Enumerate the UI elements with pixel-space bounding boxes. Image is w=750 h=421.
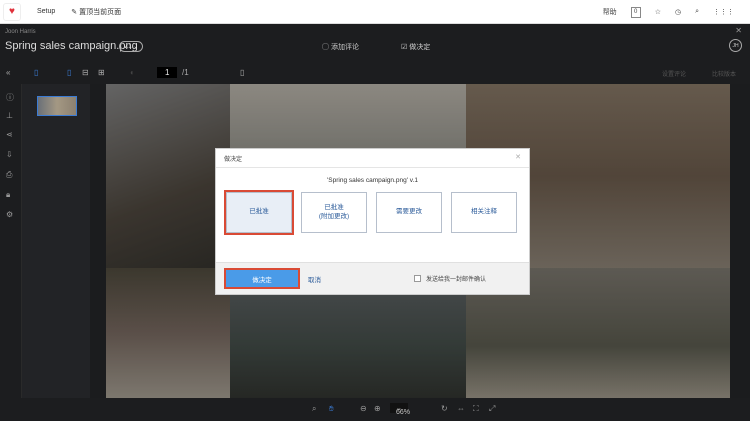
dialog-close-icon[interactable]: ✕	[515, 153, 521, 161]
confirm-decision-button[interactable]: 做决定	[224, 268, 300, 289]
page-thumbnail[interactable]	[37, 96, 77, 116]
print-icon[interactable]: ⎙	[6, 170, 12, 180]
comment-icon: ◯	[322, 44, 329, 51]
zoom-out-icon[interactable]: ⊖	[360, 404, 367, 413]
email-confirmation-label: 发送给我一封邮件确认	[426, 277, 487, 283]
dialog-header: 做决定 ✕	[216, 149, 529, 168]
make-decision-button[interactable]: ☑ 做决定	[401, 42, 430, 52]
option-approved[interactable]: 已批准	[224, 190, 294, 235]
pin-page-button[interactable]: ✎ 置顶当前页面	[71, 7, 121, 17]
collapse-icon[interactable]: «	[6, 68, 10, 77]
option-approved-with-changes[interactable]: 已批准 (附加更改)	[301, 192, 367, 233]
file-title: Spring sales campaign.png	[5, 40, 138, 52]
settings-comments-button[interactable]: 设置评论	[662, 69, 686, 78]
pan-hand-icon[interactable]: ✋︎	[329, 404, 334, 414]
panel-toggle-icon[interactable]: ▯	[34, 68, 38, 77]
cancel-button[interactable]: 取消	[308, 274, 321, 284]
lock-icon[interactable]: 🔒︎	[6, 190, 10, 200]
compare-versions-button[interactable]: 比较版本	[712, 69, 736, 78]
history-icon[interactable]: ◷	[675, 8, 681, 16]
fit-page-icon[interactable]: ⛶	[473, 404, 479, 414]
checkbox[interactable]	[414, 275, 421, 282]
app-logo[interactable]: ♥	[3, 2, 21, 21]
device-icon[interactable]: ▯	[240, 68, 244, 77]
split-view-icon[interactable]: ⊟	[82, 68, 89, 77]
left-rail: ⓘ ⊥ ⋖ ⇩ ⎙ 🔒︎ ⚙	[0, 84, 22, 398]
thumbnail-panel	[22, 84, 90, 398]
zoom-in-icon[interactable]: ⊕	[374, 404, 381, 413]
dialog-title: 做决定	[224, 157, 243, 163]
zoom-select[interactable]: 66% ⌄	[390, 403, 410, 416]
bottom-toolbar: ⌕ ✋︎ ⊖ ⊕ 66% ⌄ ↻ ⇔ ⛶ ⤢	[0, 398, 750, 421]
owner-name: Joon Harris	[5, 29, 36, 35]
page-input[interactable]: 1	[157, 67, 178, 78]
prev-page-icon[interactable]: ◐	[130, 68, 135, 77]
decision-options: 已批准 已批准 (附加更改) 需要更改 相关注释	[224, 190, 517, 235]
hierarchy-icon[interactable]: ⊥	[6, 111, 13, 120]
share-icon[interactable]: ⋖	[6, 130, 13, 139]
dialog-footer: 做决定 取消 发送给我一封邮件确认	[216, 262, 529, 294]
option-related-notes[interactable]: 相关注释	[451, 192, 517, 233]
fit-width-icon[interactable]: ⇔	[457, 404, 465, 413]
setup-link[interactable]: Setup	[37, 8, 55, 15]
email-confirmation-checkbox[interactable]: 发送给我一封邮件确认	[414, 274, 486, 283]
notification-badge[interactable]: 0	[630, 6, 641, 18]
decision-dialog: 做决定 ✕ 'Spring sales campaign.png' v.1 已批…	[215, 148, 530, 295]
compare-view-icon[interactable]: ⊞	[98, 68, 105, 77]
add-comment-button[interactable]: ◯ 添加评论	[322, 42, 359, 52]
page-total: /1	[182, 68, 189, 77]
search-icon[interactable]: ⌕	[695, 8, 699, 16]
info-icon[interactable]: ⓘ	[6, 92, 14, 103]
fullscreen-icon[interactable]: ⤢	[489, 404, 495, 414]
option-changes-required[interactable]: 需要更改	[376, 192, 442, 233]
version-select[interactable]: v.1 ⌄	[119, 41, 144, 52]
close-icon[interactable]: ✕	[735, 26, 742, 35]
help-link[interactable]: 帮助	[603, 7, 617, 17]
zoom-area-icon[interactable]: ⌕	[312, 404, 316, 414]
dialog-file-name: 'Spring sales campaign.png' v.1	[327, 177, 418, 184]
settings-icon[interactable]: ⚙	[6, 210, 13, 219]
top-bar: ♥ Setup ✎ 置顶当前页面 帮助 0 ☆ ◷ ⌕ ⋮⋮⋮	[0, 0, 750, 24]
rotate-icon[interactable]: ↻	[441, 404, 448, 413]
single-view-icon[interactable]: ▯	[67, 68, 71, 77]
pin-icon: ✎	[71, 8, 78, 16]
apps-grid-icon[interactable]: ⋮⋮⋮	[713, 8, 734, 16]
check-circle-icon: ☑	[401, 44, 408, 51]
viewer-toolbar: « ▯ ▯ ⊟ ⊞ ◐ 1 /1 ▯ 设置评论 比较版本	[0, 62, 750, 84]
star-icon[interactable]: ☆	[655, 8, 661, 16]
download-icon[interactable]: ⇩	[6, 150, 13, 159]
proof-header: Joon Harris Spring sales campaign.png v.…	[0, 24, 750, 62]
avatar[interactable]: JH	[729, 39, 742, 52]
